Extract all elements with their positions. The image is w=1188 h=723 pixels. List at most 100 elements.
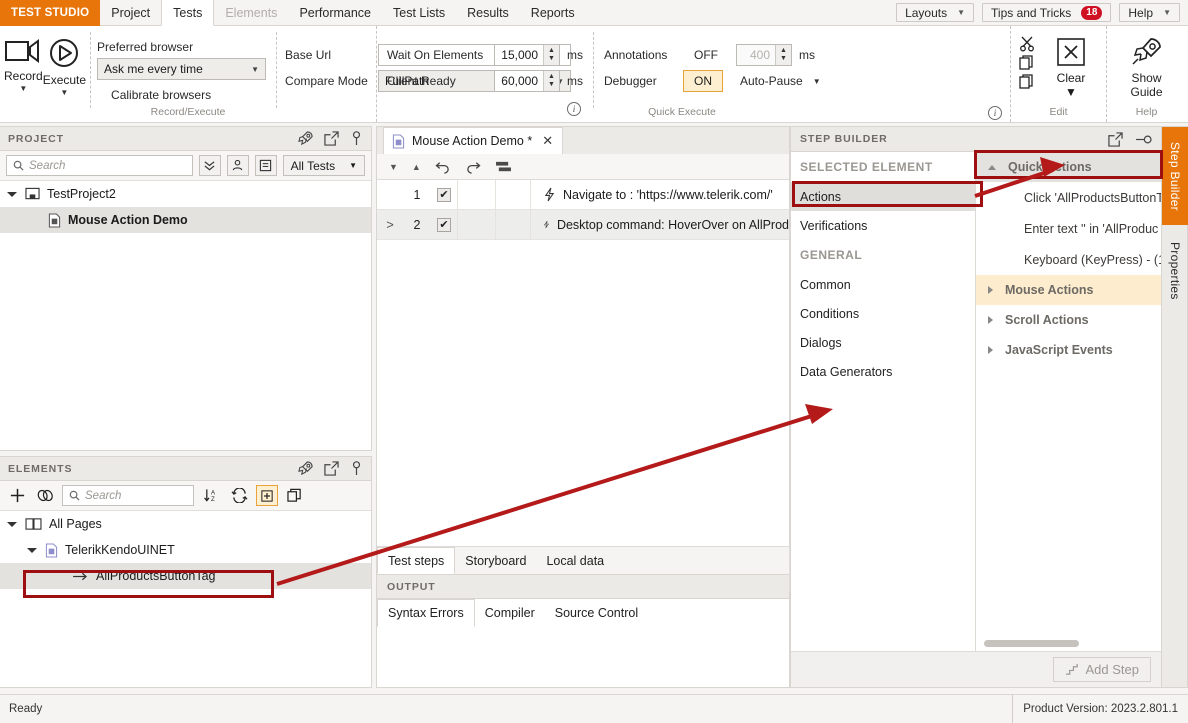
popout-icon[interactable] bbox=[324, 461, 339, 476]
add-element-button[interactable] bbox=[6, 485, 28, 506]
menu-item-reports[interactable]: Reports bbox=[520, 0, 586, 26]
row-expander[interactable]: > bbox=[377, 217, 403, 232]
tree-item-mouse-action-demo[interactable]: Mouse Action Demo bbox=[0, 207, 371, 233]
tree-item-allproductsbuttontag[interactable]: AllProductsButtonTag bbox=[0, 563, 371, 589]
show-guide-button[interactable]: Show Guide bbox=[1107, 32, 1186, 99]
table-row[interactable]: 1 ✔ Navigate to : 'https://www.telerik.c… bbox=[377, 179, 789, 210]
link-element-button[interactable] bbox=[34, 485, 56, 506]
project-search-input[interactable]: Search bbox=[6, 155, 193, 176]
tab-source-control[interactable]: Source Control bbox=[545, 599, 648, 627]
info-icon[interactable]: i bbox=[567, 102, 581, 116]
menu-item-results[interactable]: Results bbox=[456, 0, 520, 26]
tab-test-steps[interactable]: Test steps bbox=[377, 547, 456, 574]
expander-icon[interactable] bbox=[6, 191, 18, 197]
execute-button[interactable]: Execute ▼ bbox=[43, 32, 86, 97]
refresh-button[interactable] bbox=[228, 485, 250, 506]
paste-icon[interactable] bbox=[1019, 74, 1036, 90]
auto-hide-icon[interactable] bbox=[1135, 133, 1152, 146]
move-down-icon[interactable]: ▼ bbox=[389, 162, 398, 172]
add-step-button[interactable]: Add Step bbox=[1052, 657, 1151, 682]
category-common[interactable]: Common bbox=[791, 270, 975, 299]
stepper-arrows[interactable]: ▲ ▼ bbox=[543, 71, 559, 91]
tab-storyboard[interactable]: Storyboard bbox=[455, 547, 536, 574]
rocket-icon[interactable] bbox=[298, 131, 313, 146]
popout-icon[interactable] bbox=[324, 131, 339, 146]
stepper-arrows[interactable]: ▲ ▼ bbox=[775, 45, 791, 65]
tree-item-telerikkendouinet[interactable]: TelerikKendoUINET bbox=[0, 537, 371, 563]
menu-item-elements[interactable]: Elements bbox=[214, 0, 288, 26]
undo-icon[interactable] bbox=[435, 160, 451, 174]
copy-icon[interactable] bbox=[1019, 55, 1036, 71]
preferred-browser-select[interactable]: Ask me every time ▼ bbox=[97, 58, 267, 80]
chevron-down-icon: ▼ bbox=[957, 8, 966, 17]
auto-pause-dropdown[interactable]: Auto-Pause ▼ bbox=[740, 74, 821, 88]
popout-icon[interactable] bbox=[1108, 131, 1123, 147]
debugger-toggle[interactable]: ON bbox=[683, 70, 723, 92]
clear-button[interactable]: Clear ▼ bbox=[1044, 32, 1098, 99]
redo-icon[interactable] bbox=[465, 160, 481, 174]
category-dialogs[interactable]: Dialogs bbox=[791, 328, 975, 357]
test-filter-dropdown[interactable]: All Tests ▼ bbox=[282, 155, 365, 176]
menu-item-tests[interactable]: Tests bbox=[161, 0, 215, 26]
step-group-icon[interactable] bbox=[495, 160, 512, 174]
menu-item-test-lists[interactable]: Test Lists bbox=[382, 0, 456, 26]
tips-and-tricks-button[interactable]: Tips and Tricks 18 bbox=[982, 3, 1112, 22]
list-view-button[interactable] bbox=[254, 155, 277, 176]
tab-compiler[interactable]: Compiler bbox=[475, 599, 545, 627]
elements-search-input[interactable]: Search bbox=[62, 485, 194, 506]
quick-action-enter-text[interactable]: Enter text '' in 'AllProduc bbox=[976, 213, 1161, 244]
group-mouse-actions[interactable]: Mouse Actions bbox=[976, 275, 1161, 305]
add-to-page-button[interactable] bbox=[256, 485, 278, 506]
step-enabled-checkbox[interactable]: ✔ bbox=[431, 187, 457, 202]
close-icon bbox=[1057, 38, 1085, 66]
annotations-delay-stepper[interactable]: 400 ▲ ▼ bbox=[736, 44, 792, 66]
cut-icon[interactable] bbox=[1019, 36, 1036, 52]
duplicate-button[interactable] bbox=[284, 485, 306, 506]
annotations-toggle[interactable]: OFF bbox=[683, 48, 729, 62]
browser-settings-group: Preferred browser Ask me every time ▼ Ca… bbox=[97, 32, 267, 102]
tab-local-data[interactable]: Local data bbox=[536, 547, 614, 574]
client-ready-stepper[interactable]: 60,000 ▲ ▼ bbox=[494, 70, 560, 92]
sort-az-button[interactable]: A Z bbox=[200, 485, 222, 506]
tab-syntax-errors[interactable]: Syntax Errors bbox=[377, 599, 475, 627]
category-conditions[interactable]: Conditions bbox=[791, 299, 975, 328]
group-by-button[interactable] bbox=[226, 155, 249, 176]
group-javascript-events[interactable]: JavaScript Events bbox=[976, 335, 1161, 365]
group-scroll-actions[interactable]: Scroll Actions bbox=[976, 305, 1161, 335]
group-quick-actions[interactable]: Quick Actions bbox=[976, 152, 1161, 182]
quick-action-click[interactable]: Click 'AllProductsButtonT bbox=[976, 182, 1161, 213]
calibrate-browsers-button[interactable]: Calibrate browsers bbox=[97, 88, 266, 102]
record-button[interactable]: Record ▼ bbox=[4, 32, 43, 93]
menu-item-project[interactable]: Project bbox=[100, 0, 161, 26]
document-tab-mouse-action-demo[interactable]: Mouse Action Demo * ✕ bbox=[383, 127, 564, 154]
pin-icon[interactable] bbox=[350, 131, 363, 146]
vtab-step-builder[interactable]: Step Builder bbox=[1162, 127, 1188, 225]
layouts-button[interactable]: Layouts ▼ bbox=[896, 3, 975, 22]
expander-icon[interactable] bbox=[6, 521, 18, 527]
edit-icon-stack bbox=[1011, 32, 1044, 90]
menu-item-performance[interactable]: Performance bbox=[288, 0, 382, 26]
info-icon[interactable]: i bbox=[988, 106, 1002, 120]
help-button[interactable]: Help ▼ bbox=[1119, 3, 1180, 22]
wait-on-elements-stepper[interactable]: 15,000 ▲ ▼ bbox=[494, 44, 560, 66]
table-row[interactable]: > 2 ✔ Desktop command: HoverOver on AllP… bbox=[377, 209, 789, 240]
rocket-icon[interactable] bbox=[298, 461, 313, 476]
tree-item-all-pages[interactable]: All Pages bbox=[0, 511, 371, 537]
elements-panel: ELEMENTS Search A Z All Pages TelerikKen… bbox=[0, 456, 372, 688]
step-enabled-checkbox[interactable]: ✔ bbox=[431, 217, 457, 232]
expand-all-button[interactable] bbox=[198, 155, 221, 176]
category-data-generators[interactable]: Data Generators bbox=[791, 357, 975, 386]
vtab-properties[interactable]: Properties bbox=[1162, 225, 1188, 317]
tree-item-testproject2[interactable]: TestProject2 bbox=[0, 181, 371, 207]
auto-pause-label: Auto-Pause bbox=[740, 74, 803, 88]
pin-icon[interactable] bbox=[350, 461, 363, 476]
category-verifications[interactable]: Verifications bbox=[791, 211, 975, 240]
move-up-icon[interactable]: ▲ bbox=[412, 162, 421, 172]
ribbon-group-label-help: Help bbox=[1135, 106, 1158, 118]
category-actions[interactable]: Actions bbox=[791, 182, 975, 211]
expander-icon[interactable] bbox=[26, 547, 38, 553]
quick-action-keyboard[interactable]: Keyboard (KeyPress) - (1 bbox=[976, 244, 1161, 275]
stepper-arrows[interactable]: ▲ ▼ bbox=[543, 45, 559, 65]
horizontal-scrollbar[interactable] bbox=[984, 640, 1079, 647]
close-icon[interactable]: ✕ bbox=[542, 133, 553, 149]
